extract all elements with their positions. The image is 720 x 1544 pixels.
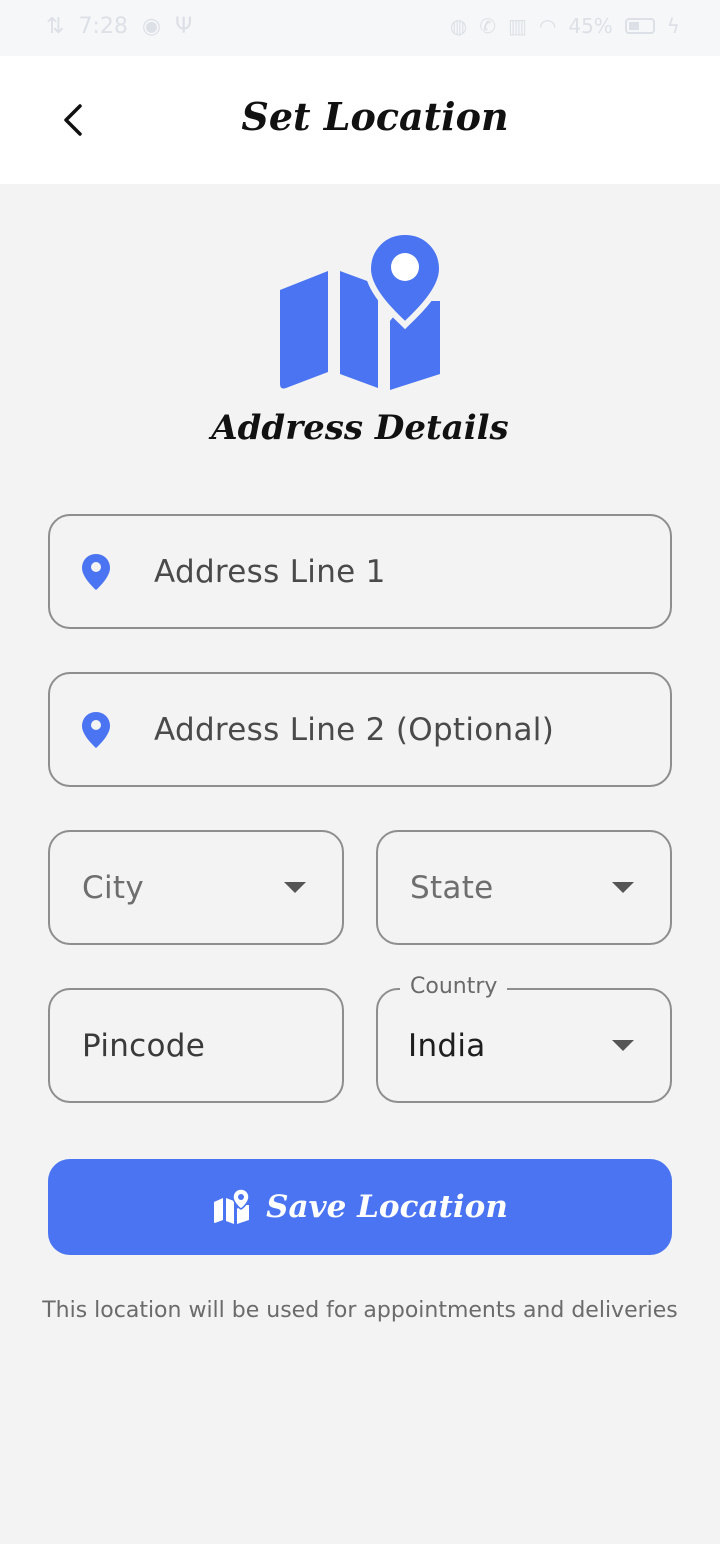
city-placeholder: City (82, 869, 144, 906)
wifi-icon: ◠ (538, 14, 557, 38)
alarm-icon: ◍ (449, 14, 468, 38)
pincode-input[interactable]: Pincode (48, 988, 344, 1103)
location-pin-icon (82, 712, 110, 748)
charging-icon: ϟ (666, 14, 680, 38)
section-title: Address Details (211, 408, 509, 448)
call-icon: ✆ (479, 14, 496, 38)
pincode-placeholder: Pincode (82, 1027, 206, 1064)
dropdown-arrow-icon (612, 1040, 634, 1051)
network-icon: ▥ (507, 14, 527, 38)
address-line-1-input[interactable]: Address Line 1 (48, 514, 672, 629)
battery-icon (624, 18, 655, 34)
status-bar-left: ⇅ 7:28 ◉ Ψ (46, 14, 192, 39)
save-location-label: Save Location (266, 1189, 508, 1225)
usb-icon: Ψ (175, 14, 193, 39)
dropdown-arrow-icon (284, 882, 306, 893)
map-pin-icon (280, 228, 446, 390)
country-label: Country (400, 974, 508, 999)
address-line-2-placeholder: Address Line 2 (Optional) (154, 711, 555, 748)
address-line-1-placeholder: Address Line 1 (154, 553, 386, 590)
save-location-button[interactable]: Save Location (48, 1159, 672, 1255)
map-pin-icon (214, 1188, 250, 1224)
state-placeholder: State (410, 869, 494, 906)
app-bar: Set Location (0, 56, 720, 184)
battery-percent: 45% (568, 14, 613, 38)
status-bar: ⇅ 7:28 ◉ Ψ ◍ ✆ ▥ ◠ 45% ϟ (0, 0, 720, 56)
state-dropdown[interactable]: State (376, 830, 672, 945)
status-bar-right: ◍ ✆ ▥ ◠ 45% ϟ (450, 14, 680, 38)
dropdown-arrow-icon (612, 882, 634, 893)
location-pin-icon (82, 554, 110, 590)
game-icon: ◉ (141, 14, 162, 39)
country-value: India (408, 1027, 486, 1064)
helper-text: This location will be used for appointme… (42, 1298, 678, 1323)
city-dropdown[interactable]: City (48, 830, 344, 945)
address-line-2-input[interactable]: Address Line 2 (Optional) (48, 672, 672, 787)
country-dropdown[interactable]: Country India (376, 974, 672, 1103)
status-time: 7:28 (78, 14, 128, 39)
page-title: Set Location (241, 94, 509, 139)
signal-icon: ⇅ (46, 14, 65, 39)
